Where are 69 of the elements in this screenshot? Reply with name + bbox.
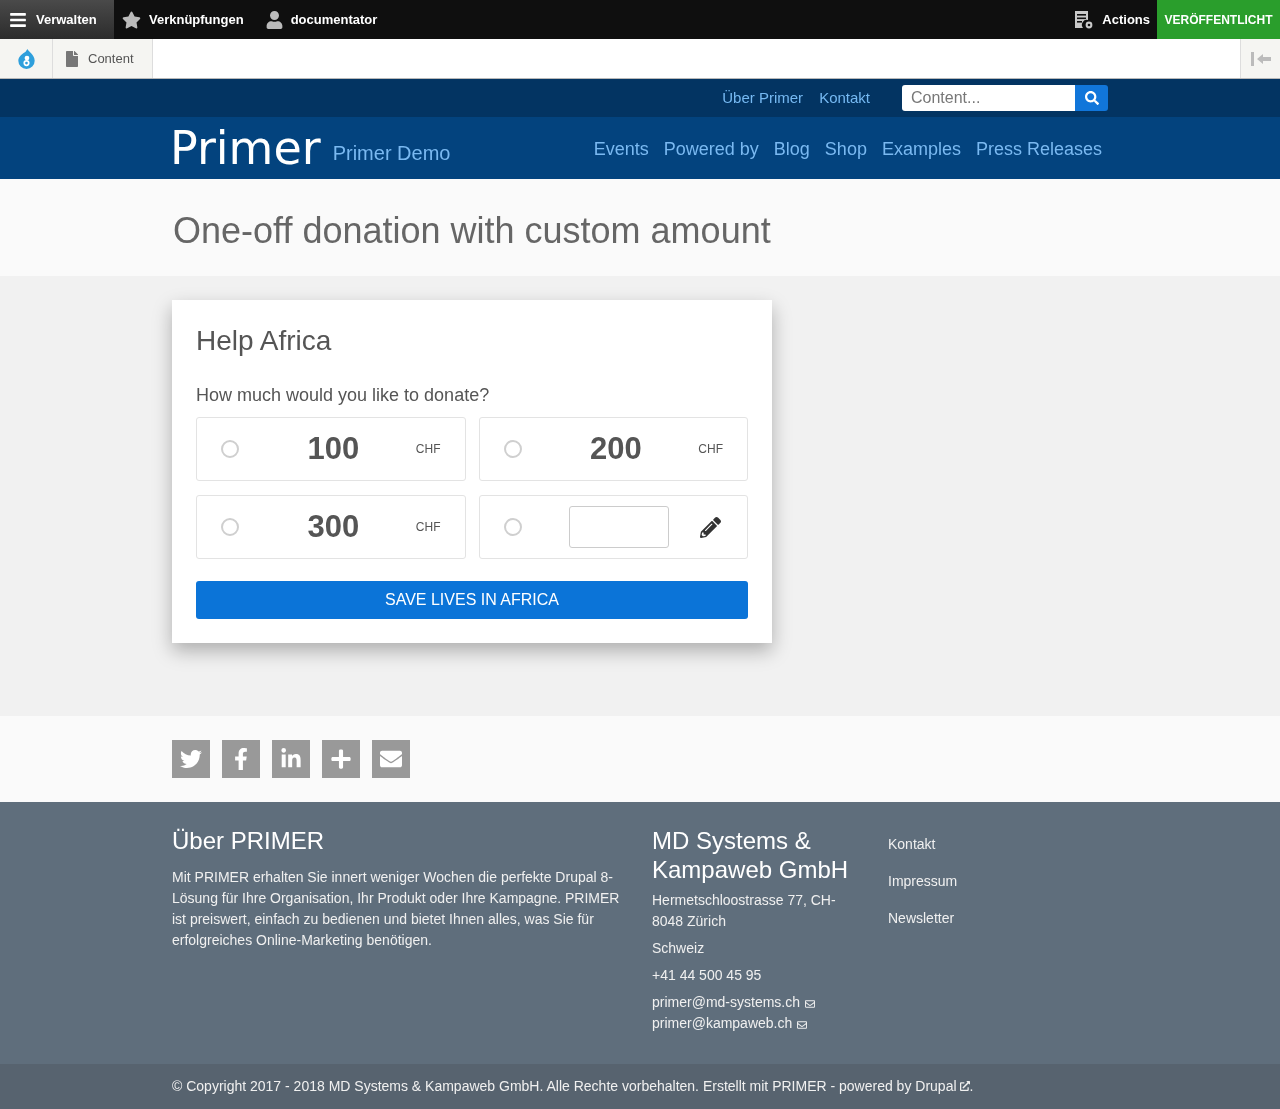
about-text: Mit PRIMER erhalten Sie innert weniger Wochen die perfekte Drupal 8-Lösung für Ihre Organisation, Ihr Produkt oder Ihre Kampagne. PRIMER ist preiswert, einfach zu bedienen und bietet Ihnen alles, was Sie für erfolgreiches Online-Marketing benötigen. [172, 868, 621, 950]
radio-button[interactable] [221, 518, 239, 536]
address-line: Hermetschloostrasse 77, CH-8048 Zürich [652, 891, 837, 931]
document-gear-icon [1074, 10, 1095, 29]
file-icon [66, 50, 78, 67]
currency-label: CHF [415, 441, 441, 458]
header-link[interactable]: Kontakt [819, 86, 870, 110]
envelope-icon [804, 999, 816, 1009]
site-logo[interactable]: Primer [170, 122, 321, 174]
facebook-share-icon[interactable] [222, 740, 260, 778]
copyright-text: © Copyright 2017 - 2018 MD Systems & Kampaweb GmbH. Alle Rechte vorbehalten. Erstellt mit PRIMER - powered by Drupal . [172, 1077, 975, 1096]
actions-menu[interactable]: Actions [1068, 0, 1156, 39]
nav-link[interactable]: Press Releases [975, 135, 1102, 163]
toolbar-item[interactable]: documentator [257, 0, 392, 39]
search-button[interactable] [1075, 85, 1108, 111]
envelope-share-icon[interactable] [372, 740, 410, 778]
search-field[interactable]: Content... [902, 85, 1075, 111]
email-link[interactable]: primer@kampaweb.ch [652, 1013, 793, 1034]
footer-link[interactable]: Newsletter [888, 908, 958, 929]
amount-value: 300 [306, 507, 361, 546]
currency-label: CHF [698, 441, 723, 458]
content-tab[interactable]: Content [53, 39, 153, 78]
external-link-icon [959, 1081, 970, 1091]
user-icon [265, 10, 283, 29]
custom-amount-field[interactable] [568, 506, 669, 548]
footer-heading: Über PRIMER [172, 826, 326, 855]
donation-question: How much would you like to donate? [196, 384, 491, 407]
home-link[interactable] [0, 39, 53, 78]
radio-button[interactable] [503, 440, 522, 458]
email-link[interactable]: primer@md-systems.ch [652, 992, 800, 1013]
nav-link[interactable]: Blog [773, 135, 810, 163]
star-icon [122, 10, 141, 29]
toolbar-item[interactable]: Verwalten [0, 0, 114, 39]
search-icon [1084, 91, 1099, 105]
published-status: VERÖFFENTLICHT [1157, 0, 1280, 39]
amount-value: 200 [589, 429, 643, 468]
nav-link[interactable]: Shop [824, 135, 867, 163]
nav-link[interactable]: Powered by [663, 135, 759, 163]
footer-link[interactable]: Kontakt [888, 834, 958, 855]
address-line: +41 44 500 45 95 [652, 966, 763, 985]
custom-amount-option[interactable] [478, 495, 748, 559]
footer-link[interactable]: Impressum [888, 871, 958, 892]
radio-button[interactable] [503, 518, 522, 536]
amount-option[interactable]: 200 CHF [478, 417, 748, 481]
twitter-share-icon[interactable] [172, 740, 210, 778]
radio-button[interactable] [221, 440, 239, 458]
address-line: Schweiz [652, 939, 706, 958]
currency-label: CHF [415, 519, 441, 536]
plus-share-icon[interactable] [322, 740, 360, 778]
drupal-link[interactable]: Drupal [915, 1078, 957, 1094]
site-name: Primer Demo [332, 141, 451, 166]
amount-option[interactable]: 300 CHF [196, 495, 466, 559]
pencil-icon [700, 516, 721, 538]
footer-heading: MD Systems & Kampaweb GmbH [652, 826, 850, 884]
envelope-icon [796, 1020, 809, 1030]
collapse-icon [1250, 51, 1271, 66]
collapse-button[interactable] [1240, 39, 1280, 78]
page-title: One-off donation with custom amount [172, 209, 772, 253]
nav-link[interactable]: Events [593, 135, 649, 163]
nav-link[interactable]: Examples [881, 135, 961, 163]
card-title: Help Africa [196, 324, 333, 358]
menu-icon [8, 10, 28, 29]
drop-logo-icon [16, 48, 36, 69]
amount-value: 100 [306, 429, 361, 468]
linkedin-share-icon[interactable] [272, 740, 310, 778]
amount-option[interactable]: 100 CHF [196, 417, 466, 481]
header-link[interactable]: Über Primer [722, 86, 804, 110]
toolbar-item[interactable]: Verknüpfungen [114, 0, 258, 39]
donate-button[interactable]: SAVE LIVES IN AFRICA [196, 581, 748, 619]
